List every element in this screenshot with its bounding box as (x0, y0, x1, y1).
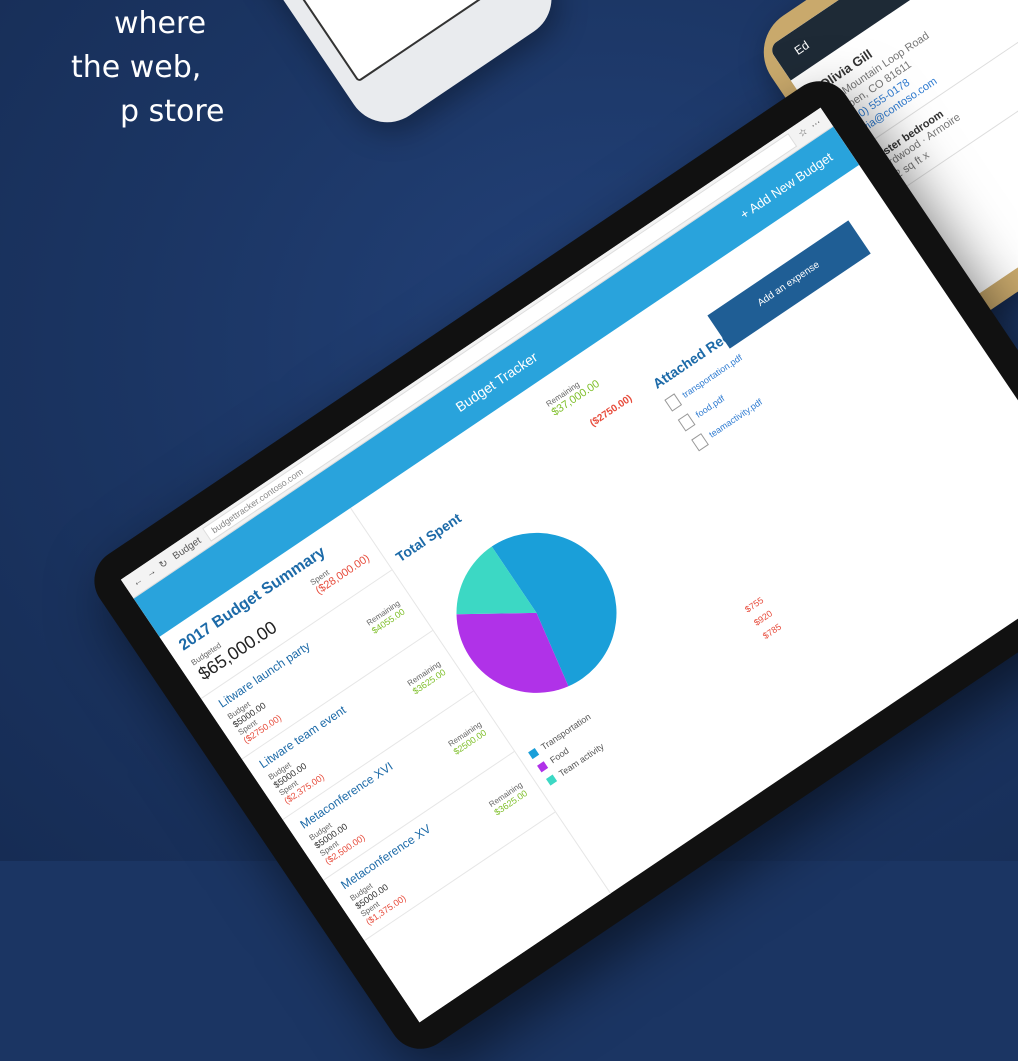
hero-line-1: where (114, 6, 207, 41)
document-icon (691, 433, 709, 452)
hero-line-3: p store (120, 94, 225, 129)
document-icon (664, 393, 683, 412)
refresh-icon[interactable]: ↻ (157, 557, 170, 571)
hero-text: where the web, p store (0, 0, 240, 134)
menu-icon[interactable]: ⋯ (809, 117, 823, 132)
legend-swatch (537, 761, 549, 773)
hero-line-2: the web, (71, 50, 202, 85)
summary-remaining: Remaining $37,000.00 (545, 370, 602, 419)
document-icon (677, 413, 696, 432)
legend-amount: $785 (760, 621, 784, 642)
receipt-link[interactable]: food.pdf (677, 308, 852, 432)
legend-swatch (545, 774, 558, 786)
receipt-name: food.pdf (693, 393, 727, 420)
forward-icon[interactable]: → (144, 565, 158, 580)
back-icon[interactable]: ← (131, 574, 145, 589)
star-icon[interactable]: ☆ (796, 126, 810, 140)
legend-swatch (528, 747, 540, 760)
